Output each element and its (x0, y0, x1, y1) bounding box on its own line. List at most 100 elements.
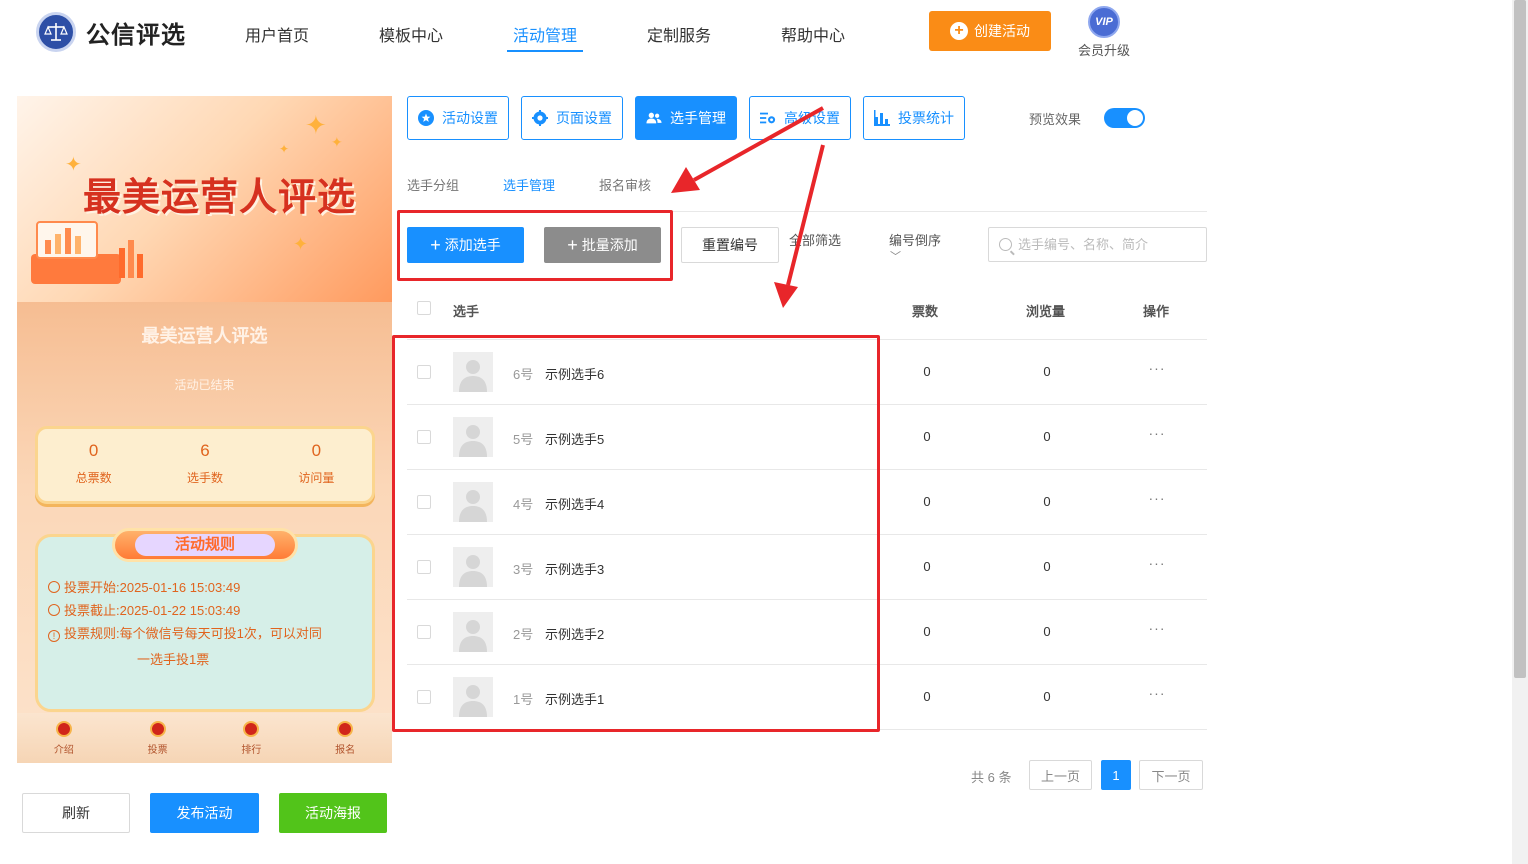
stat-value: 0 (88, 441, 99, 460)
player-search-input[interactable] (1018, 237, 1198, 252)
tab-player-management[interactable]: 选手管理 (635, 96, 737, 140)
prev-page-button[interactable]: 上一页 (1029, 760, 1092, 790)
rule-start-value: 2025-01-16 15:03:49 (119, 580, 241, 595)
stat-label: 选手数 (186, 471, 223, 485)
logo[interactable]: 公信评选 (36, 12, 186, 52)
preview-toggle-switch[interactable] (1104, 108, 1145, 128)
player-views: 0 (1043, 559, 1051, 574)
annotation-box-toolbar (397, 210, 673, 281)
page-number-button[interactable]: 1 (1101, 760, 1131, 790)
header-operations: 操作 (1143, 304, 1170, 319)
player-votes: 0 (923, 624, 931, 639)
sparkle-icon: ✦ (279, 142, 290, 156)
bar-chart-icon (874, 110, 890, 126)
tab-activity-settings[interactable]: 活动设置 (407, 96, 509, 140)
tab-label: 投票 (147, 745, 168, 756)
subtab-signup-review[interactable]: 报名审核 (599, 175, 651, 194)
create-activity-button[interactable]: + 创建活动 (929, 11, 1051, 51)
rule-end-label: 投票截止: (64, 603, 120, 618)
clock-icon (48, 604, 60, 616)
more-actions-icon[interactable]: ··· (1137, 360, 1177, 376)
activity-poster-button[interactable]: 活动海报 (279, 793, 387, 833)
ranking-icon (243, 721, 260, 737)
order-dropdown[interactable]: 编号倒序 (889, 230, 941, 249)
preview-tab-ranking[interactable]: 排行 (205, 713, 299, 763)
preview-tab-vote[interactable]: 投票 (111, 713, 205, 763)
preview-tab-signup[interactable]: 报名 (298, 713, 392, 763)
tab-label: 选手管理 (670, 110, 726, 126)
stat-value: 6 (200, 441, 210, 460)
player-views: 0 (1043, 364, 1051, 379)
scrollbar-thumb[interactable] (1514, 0, 1526, 678)
preview-stats-card: 0 总票数 6 选手数 0 访问量 (35, 426, 375, 504)
subtab-player-management[interactable]: 选手管理 (503, 175, 555, 194)
subtab-player-groups[interactable]: 选手分组 (407, 175, 459, 194)
preview-toggle-label: 预览效果 (1029, 112, 1082, 127)
publish-activity-button[interactable]: 发布活动 (150, 793, 259, 833)
stat-player-count: 6 选手数 (149, 429, 260, 501)
rule-start: 投票开始:2025-01-16 15:03:49 (48, 576, 240, 599)
select-all-checkbox[interactable] (417, 301, 431, 315)
filter-all-dropdown[interactable]: 全部筛选 (789, 230, 841, 249)
vip-upgrade[interactable]: VIP 会员升级 (1074, 6, 1134, 59)
stat-label: 访问量 (298, 471, 335, 485)
sparkle-icon: ✦ (293, 234, 309, 254)
logo-text: 公信评选 (86, 21, 186, 49)
intro-icon (55, 721, 72, 737)
vip-icon: VIP (1088, 6, 1120, 38)
preview-banner: ✦ ✦ ✦ ✦ ✦ 最美运营人评选 (17, 96, 392, 302)
more-actions-icon[interactable]: ··· (1137, 685, 1177, 701)
stat-visits: 0 访问量 (261, 429, 372, 501)
annotation-box-player-list (392, 335, 880, 732)
nav-templates[interactable]: 模板中心 (379, 22, 443, 46)
rule-start-label: 投票开始: (64, 580, 120, 595)
player-votes: 0 (923, 559, 931, 574)
player-views: 0 (1043, 494, 1051, 509)
next-page-button[interactable]: 下一页 (1139, 760, 1203, 790)
header-votes[interactable]: 票数 (912, 301, 938, 320)
player-views: 0 (1043, 429, 1051, 444)
chart-illustration-icon (31, 221, 143, 284)
reset-numbers-button[interactable]: 重置编号 (681, 227, 779, 263)
banner-title: 最美运营人评选 (83, 174, 357, 219)
pagination-total: 共 6 条 (971, 770, 1012, 785)
nav-home[interactable]: 用户首页 (245, 22, 309, 46)
more-actions-icon[interactable]: ··· (1137, 490, 1177, 506)
star-circle-icon (418, 110, 434, 126)
clock-icon (48, 581, 60, 593)
header-views[interactable]: 浏览量 (1026, 301, 1065, 320)
chevron-down-icon[interactable]: ﹀ (890, 248, 901, 264)
player-votes: 0 (923, 494, 931, 509)
rule-policy-label: 投票规则: (64, 626, 120, 641)
top-nav: 公信评选 用户首页 模板中心 活动管理 定制服务 帮助中心 + 创建活动 VIP… (0, 0, 1512, 64)
more-actions-icon[interactable]: ··· (1137, 555, 1177, 571)
player-search-box[interactable] (988, 227, 1207, 262)
tab-vote-statistics[interactable]: 投票统计 (863, 96, 965, 140)
sparkle-icon: ✦ (305, 110, 327, 140)
player-votes: 0 (923, 689, 931, 704)
rule-policy-cont: 一选手投1票 (137, 652, 210, 667)
tab-page-settings[interactable]: 页面设置 (521, 96, 623, 140)
tab-label: 投票统计 (898, 110, 954, 126)
create-activity-label: 创建活动 (974, 23, 1030, 39)
tab-label: 高级设置 (784, 110, 840, 126)
preview-title: 最美运营人评选 (141, 326, 268, 346)
nav-custom-service[interactable]: 定制服务 (647, 22, 711, 46)
toggle-knob (1127, 110, 1143, 126)
plus-circle-icon: + (950, 22, 968, 40)
preview-tab-intro[interactable]: 介绍 (17, 713, 111, 763)
search-icon (999, 238, 1012, 251)
tab-label: 页面设置 (556, 110, 612, 126)
more-actions-icon[interactable]: ··· (1137, 425, 1177, 441)
sliders-gear-icon (760, 110, 776, 126)
rule-end: 投票截止:2025-01-22 15:03:49 (48, 599, 240, 622)
nav-activity-management[interactable]: 活动管理 (513, 22, 577, 46)
player-views: 0 (1043, 624, 1051, 639)
refresh-button[interactable]: 刷新 (22, 793, 130, 833)
annotation-arrow (774, 144, 825, 308)
tab-advanced-settings[interactable]: 高级设置 (749, 96, 851, 140)
nav-help-center[interactable]: 帮助中心 (781, 22, 845, 46)
more-actions-icon[interactable]: ··· (1137, 620, 1177, 636)
rule-end-value: 2025-01-22 15:03:49 (119, 603, 241, 618)
player-views: 0 (1043, 689, 1051, 704)
